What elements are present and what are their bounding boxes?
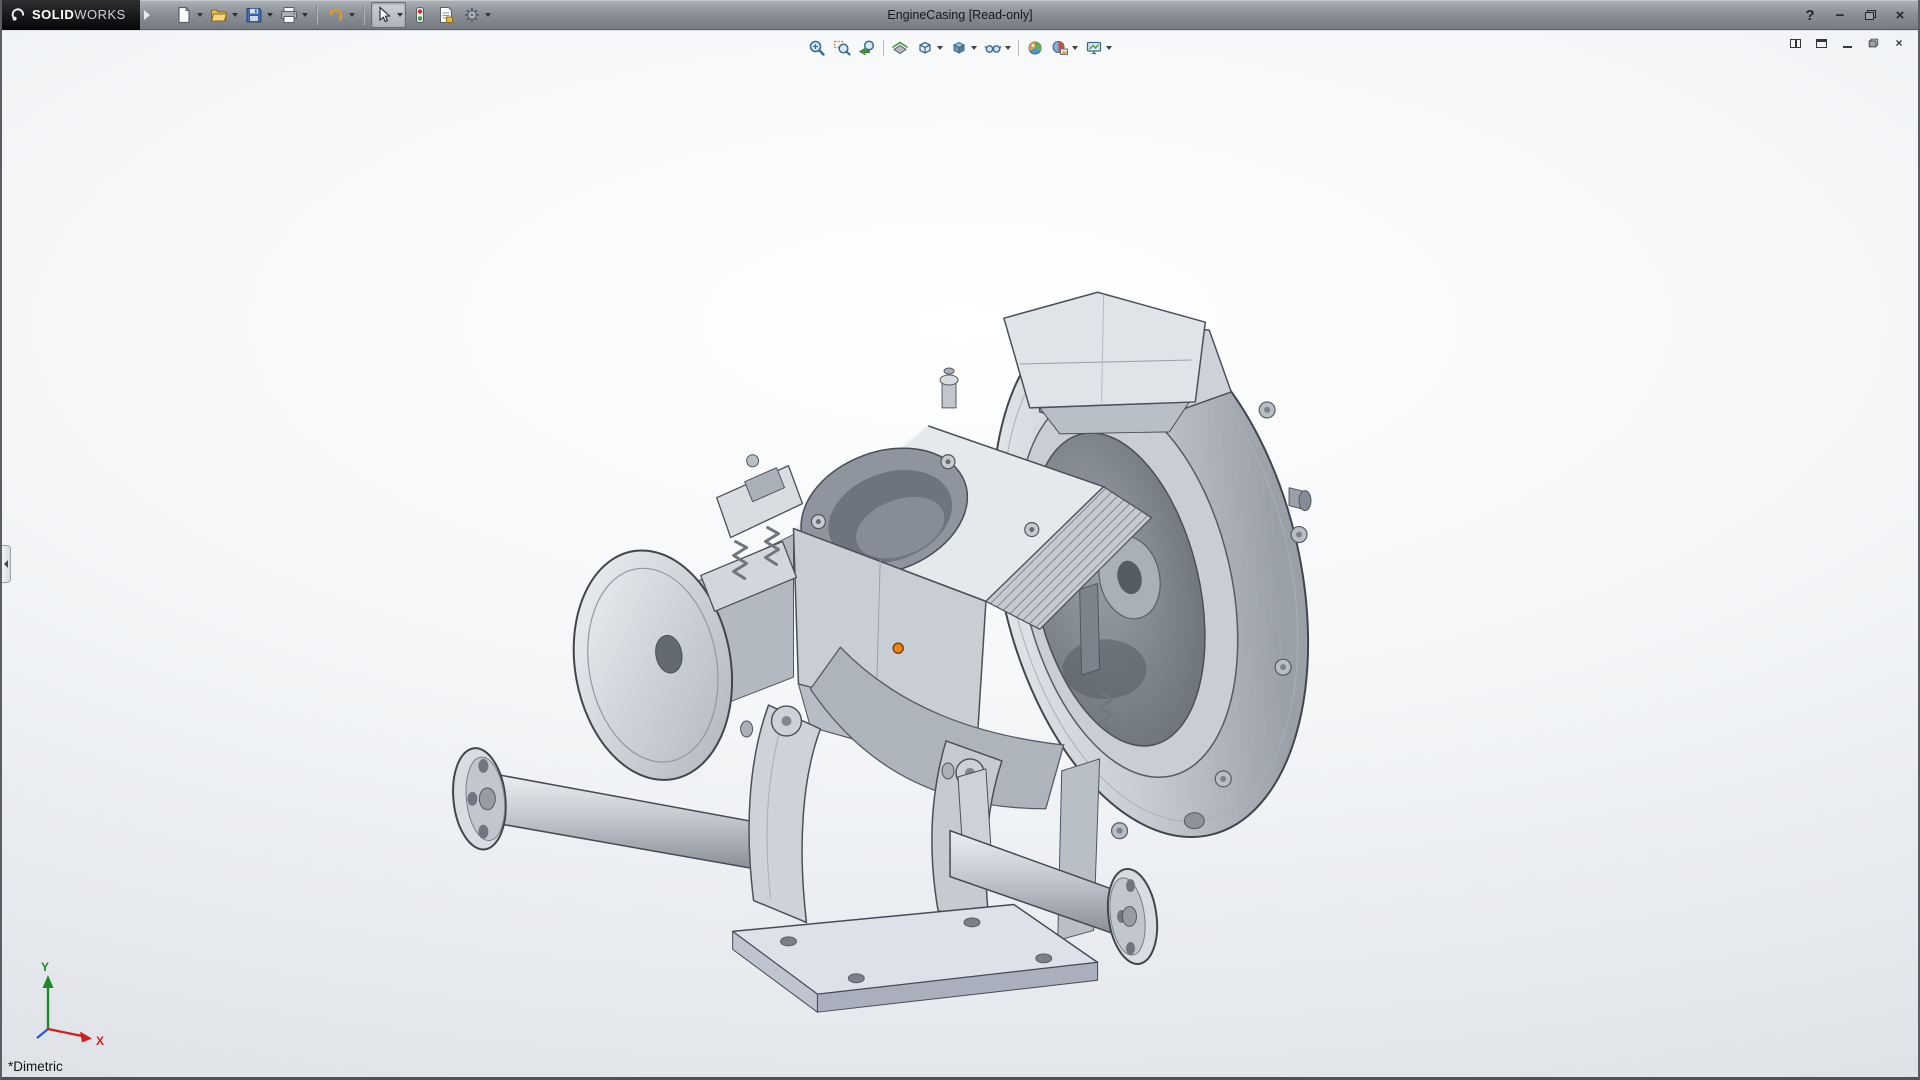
help-button[interactable]: ? (1798, 4, 1822, 26)
select-cursor-icon (374, 5, 394, 25)
edit-appearance-ball-icon (1026, 39, 1044, 57)
y-axis-arrow-icon[interactable] (43, 975, 54, 988)
doc-restore-button[interactable] (1864, 35, 1882, 51)
display-style-button[interactable] (947, 36, 980, 60)
display-style-cube-icon (950, 39, 968, 57)
menu-expand-arrow-icon[interactable] (144, 10, 150, 20)
window-title: EngineCasing [Read-only] (887, 0, 1032, 30)
new-document-icon (174, 5, 194, 25)
undo-arrow-icon (326, 5, 346, 25)
minimize-button[interactable]: − (1828, 4, 1852, 26)
dropdown-caret-icon[interactable] (1072, 46, 1078, 50)
view-orientation-cube-icon (916, 39, 934, 57)
dropdown-caret-icon[interactable] (937, 46, 943, 50)
toolbar-separator (883, 40, 884, 56)
dropdown-caret-icon[interactable] (1005, 46, 1011, 50)
split-pane-button[interactable] (1786, 35, 1804, 51)
dassault-3ds-logo-icon (10, 6, 27, 23)
hide-show-items-button[interactable] (981, 36, 1014, 60)
previous-view-button[interactable] (855, 36, 879, 60)
titlebar: SOLIDWORKS (2, 0, 1918, 30)
doc-close-button[interactable]: × (1890, 35, 1908, 51)
standard-toolbar (172, 2, 493, 28)
dropdown-caret-icon[interactable] (267, 13, 273, 17)
previous-view-icon (858, 39, 876, 57)
dropdown-caret-icon[interactable] (302, 13, 308, 17)
brand-wordmark: SOLIDWORKS (32, 7, 126, 22)
model-inlet-cover[interactable] (940, 292, 1205, 434)
heads-up-view-toolbar (801, 35, 1119, 61)
save-floppy-icon (244, 5, 264, 25)
toolbar-separator (1018, 40, 1019, 56)
restore-button[interactable] (1858, 4, 1882, 26)
single-pane-icon (1816, 39, 1827, 48)
dropdown-caret-icon[interactable] (349, 13, 355, 17)
split-pane-icon (1790, 39, 1801, 48)
apply-scene-button[interactable] (1048, 36, 1081, 60)
dropdown-caret-icon[interactable] (197, 13, 203, 17)
close-button[interactable]: × (1888, 4, 1912, 26)
dropdown-caret-icon[interactable] (485, 13, 491, 17)
model-base-plate[interactable] (733, 904, 1098, 1012)
view-orientation-label: *Dimetric (8, 1059, 63, 1074)
doc-minimize-button[interactable] (1838, 35, 1856, 51)
y-axis-label: Y (41, 960, 49, 974)
document-window-controls: × (1786, 35, 1908, 51)
print-button[interactable] (277, 2, 310, 28)
dropdown-caret-icon[interactable] (971, 46, 977, 50)
dropdown-caret-icon[interactable] (397, 13, 403, 17)
minimize-icon (1843, 46, 1852, 49)
save-button[interactable] (242, 2, 275, 28)
view-orientation-button[interactable] (913, 36, 946, 60)
select-tool-button[interactable] (371, 2, 406, 28)
dropdown-caret-icon[interactable] (232, 13, 238, 17)
rebuild-stoplight-icon (410, 5, 430, 25)
zoom-to-fit-button[interactable] (805, 36, 829, 60)
open-button[interactable] (207, 2, 240, 28)
model-left-axle[interactable] (448, 746, 780, 872)
solidworks-window: SOLIDWORKS (0, 0, 1920, 1080)
solidworks-brand: SOLIDWORKS (2, 0, 140, 30)
z-axis-icon[interactable] (37, 1029, 48, 1038)
restore-icon (1868, 39, 1877, 48)
view-settings-icon (1085, 39, 1103, 57)
section-view-button[interactable] (888, 36, 912, 60)
origin-marker[interactable] (893, 643, 903, 653)
rebuild-button[interactable] (408, 2, 432, 28)
x-axis-label: X (96, 1034, 104, 1048)
orientation-triad[interactable]: Y X (14, 955, 114, 1055)
graphics-viewport[interactable]: × Y X *Dimetric (2, 31, 1918, 1077)
file-properties-icon (436, 5, 456, 25)
options-button[interactable] (460, 2, 493, 28)
new-document-button[interactable] (172, 2, 205, 28)
x-axis-arrow-icon[interactable] (80, 1032, 92, 1043)
print-icon (279, 5, 299, 25)
view-settings-button[interactable] (1082, 36, 1115, 60)
window-controls: ? − × (1798, 0, 1912, 30)
apply-scene-icon (1051, 39, 1069, 57)
edit-appearance-button[interactable] (1023, 36, 1047, 60)
featuremanager-collapsed-tab[interactable] (2, 545, 11, 583)
file-properties-button[interactable] (434, 2, 458, 28)
section-view-icon (891, 39, 909, 57)
dropdown-caret-icon[interactable] (1106, 46, 1112, 50)
zoom-to-area-button[interactable] (830, 36, 854, 60)
zoom-to-area-icon (833, 39, 851, 57)
toolbar-separator (316, 5, 318, 25)
hide-show-glasses-icon (984, 39, 1002, 57)
zoom-to-fit-icon (808, 39, 826, 57)
engine-casing-model[interactable] (2, 31, 1918, 1077)
restore-icon (1865, 10, 1876, 20)
open-folder-icon (209, 5, 229, 25)
toolbar-separator (363, 5, 365, 25)
options-gear-icon (462, 5, 482, 25)
single-pane-button[interactable] (1812, 35, 1830, 51)
undo-button[interactable] (324, 2, 357, 28)
